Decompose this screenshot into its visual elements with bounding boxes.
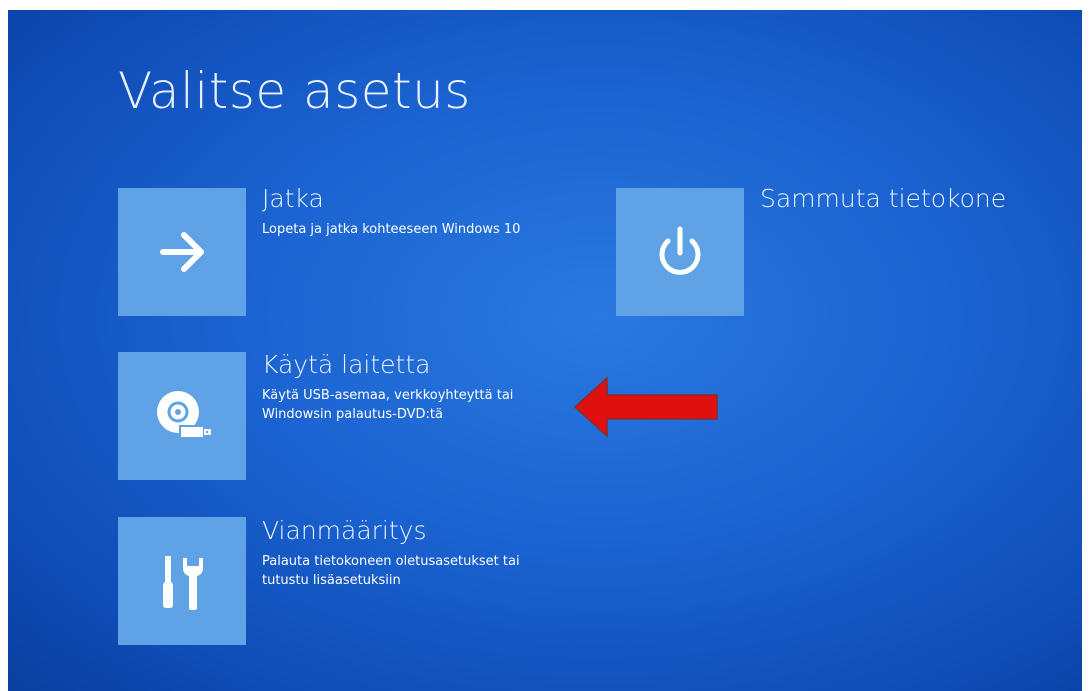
troubleshoot-option[interactable]: Vianmääritys Palauta tietokoneen oletusa…: [262, 516, 592, 590]
use-device-tile[interactable]: [118, 352, 246, 480]
continue-title[interactable]: Jatka: [262, 184, 592, 214]
troubleshoot-title[interactable]: Vianmääritys: [262, 516, 592, 546]
arrow-right-icon: [160, 232, 204, 272]
red-arrow-left-icon: [573, 376, 718, 438]
shutdown-tile[interactable]: [616, 188, 744, 316]
tools-icon: [163, 556, 203, 610]
continue-tile[interactable]: [118, 188, 246, 316]
power-icon: [659, 226, 701, 275]
recovery-screen: Valitse asetus Jatka Lopeta ja jatka koh…: [8, 10, 1082, 691]
continue-description: Lopeta ja jatka kohteeseen Windows 10: [262, 222, 521, 237]
disc-usb-icon: [157, 391, 211, 439]
troubleshoot-tile[interactable]: [118, 517, 246, 645]
page-title: Valitse asetus: [118, 62, 471, 120]
shutdown-title[interactable]: Sammuta tietokone: [760, 184, 1006, 214]
use-device-description-line2: Windowsin palautus-DVD:tä: [262, 407, 443, 422]
continue-option[interactable]: Jatka Lopeta ja jatka kohteeseen Windows…: [262, 184, 592, 239]
use-device-description: Käytä USB-asemaa, verkkoyhteyttä tai Win…: [262, 386, 592, 424]
use-device-option[interactable]: Käytä laitetta Käytä USB-asemaa, verkkoy…: [262, 350, 592, 424]
use-device-title[interactable]: Käytä laitetta: [262, 350, 592, 380]
troubleshoot-description-line1: Palauta tietokoneen oletusasetukset tai: [262, 554, 520, 569]
shutdown-option[interactable]: Sammuta tietokone: [760, 184, 1006, 214]
troubleshoot-description: Palauta tietokoneen oletusasetukset tai …: [262, 552, 592, 590]
use-device-description-line1: Käytä USB-asemaa, verkkoyhteyttä tai: [262, 388, 514, 403]
troubleshoot-description-line2: tutustu lisäasetuksiin: [262, 573, 401, 588]
